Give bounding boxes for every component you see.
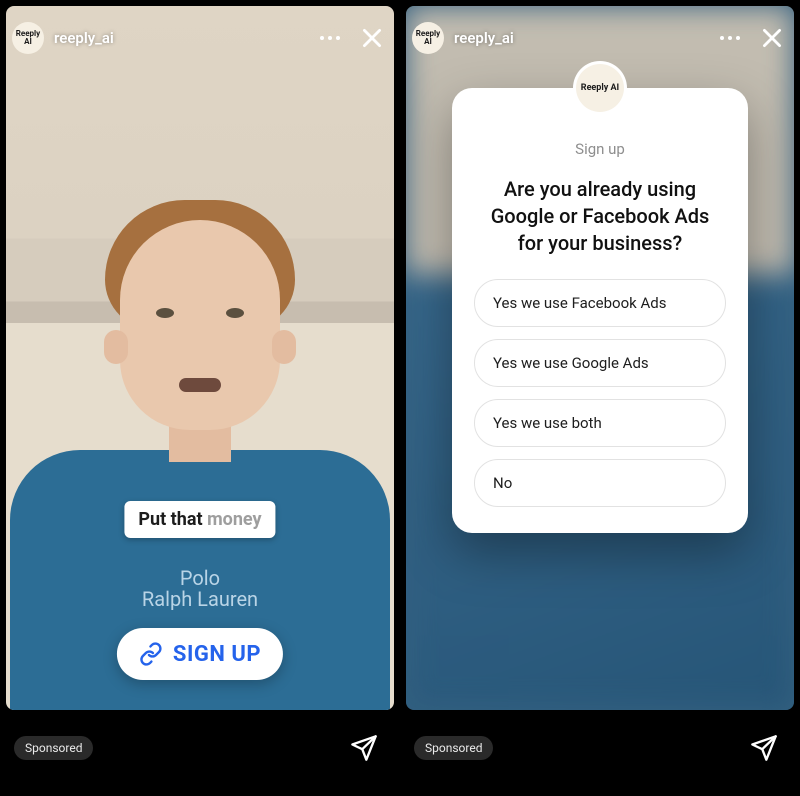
story-header: Reeply AI reeply_ai bbox=[412, 18, 788, 58]
link-icon bbox=[139, 642, 163, 666]
story-right: Reeply AI Sign up Are you already using … bbox=[400, 0, 800, 796]
option-both[interactable]: Yes we use both bbox=[474, 399, 726, 447]
story-media[interactable]: Reeply AI Sign up Are you already using … bbox=[406, 6, 794, 710]
avatar[interactable]: Reeply AI bbox=[412, 22, 444, 54]
story-media[interactable]: Put that money Polo Ralph Lauren SIGN UP bbox=[6, 6, 394, 710]
paper-plane-icon bbox=[350, 734, 378, 762]
story-footer: Sponsored bbox=[0, 716, 400, 796]
option-facebook-ads[interactable]: Yes we use Facebook Ads bbox=[474, 279, 726, 327]
send-button[interactable] bbox=[746, 730, 782, 766]
more-options-button[interactable] bbox=[314, 22, 346, 54]
ellipsis-icon bbox=[720, 36, 740, 40]
card-question: Are you already using Google or Facebook… bbox=[474, 176, 726, 257]
sponsored-badge: Sponsored bbox=[414, 736, 493, 760]
paper-plane-icon bbox=[750, 734, 778, 762]
send-button[interactable] bbox=[346, 730, 382, 766]
option-google-ads[interactable]: Yes we use Google Ads bbox=[474, 339, 726, 387]
caption-text-fade: money bbox=[207, 509, 262, 530]
avatar[interactable]: Reeply AI bbox=[12, 22, 44, 54]
video-caption: Put that money bbox=[124, 501, 275, 538]
close-icon bbox=[759, 25, 785, 51]
shirt-brand-text: Polo Ralph Lauren bbox=[142, 568, 258, 610]
option-no[interactable]: No bbox=[474, 459, 726, 507]
sign-up-button[interactable]: SIGN UP bbox=[117, 628, 283, 680]
close-button[interactable] bbox=[356, 22, 388, 54]
username[interactable]: reeply_ai bbox=[54, 29, 114, 47]
sponsored-badge: Sponsored bbox=[14, 736, 93, 760]
close-icon bbox=[359, 25, 385, 51]
signup-card: Reeply AI Sign up Are you already using … bbox=[452, 88, 748, 533]
story-footer: Sponsored bbox=[400, 716, 800, 796]
close-button[interactable] bbox=[756, 22, 788, 54]
card-options: Yes we use Facebook Ads Yes we use Googl… bbox=[474, 279, 726, 507]
story-header: Reeply AI reeply_ai bbox=[12, 18, 388, 58]
username[interactable]: reeply_ai bbox=[454, 29, 514, 47]
ellipsis-icon bbox=[320, 36, 340, 40]
story-left: Put that money Polo Ralph Lauren SIGN UP… bbox=[0, 0, 400, 796]
more-options-button[interactable] bbox=[714, 22, 746, 54]
cta-label: SIGN UP bbox=[173, 642, 261, 667]
caption-text-strong: Put that bbox=[138, 509, 202, 530]
card-avatar[interactable]: Reeply AI bbox=[576, 64, 624, 112]
card-kicker: Sign up bbox=[474, 140, 726, 158]
